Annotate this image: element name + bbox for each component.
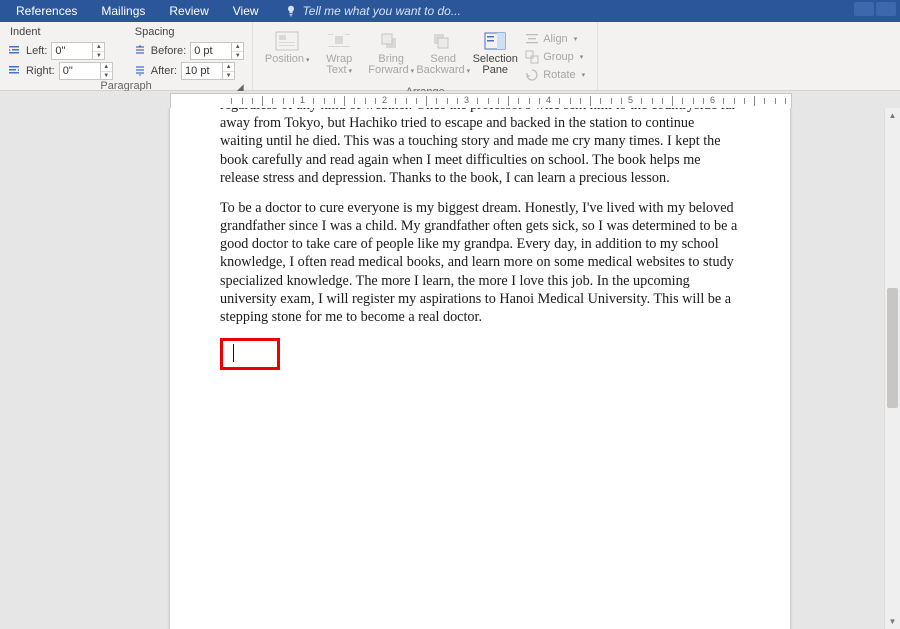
doc-paragraph-1[interactable]: regardless of any kind of weather. Once … (220, 108, 740, 187)
page-1[interactable]: regardless of any kind of weather. Once … (170, 108, 790, 629)
selection-pane-button[interactable]: SelectionPane (469, 28, 521, 78)
indent-right-label: Right: (26, 65, 55, 77)
wrap-text-icon (325, 30, 353, 52)
spacing-after-input[interactable]: ▲▼ (181, 62, 235, 80)
bring-forward-icon (377, 30, 405, 52)
spacing-after-label: After: (151, 65, 177, 77)
rotate-button: Rotate▾ (525, 67, 585, 83)
text-caret-icon (233, 344, 234, 362)
window-ribbon-toggle[interactable] (876, 2, 896, 16)
tab-review[interactable]: Review (157, 1, 220, 21)
indent-right-value[interactable] (60, 64, 100, 78)
ruler-number: 2 (382, 95, 387, 105)
group-arrange: Position▾ WrapText▾ BringForward▾ SendBa… (253, 22, 598, 90)
spacing-before-value[interactable] (191, 44, 231, 58)
scroll-up-arrow[interactable]: ▲ (885, 108, 900, 123)
ruler-number: 4 (546, 95, 551, 105)
spacing-column: Spacing Before: ▲▼ After: (133, 26, 244, 80)
indent-heading: Indent (8, 26, 113, 38)
rotate-icon (525, 68, 539, 82)
spacing-heading: Spacing (133, 26, 244, 38)
vertical-scrollbar[interactable]: ▲ ▼ (884, 108, 900, 629)
scroll-thumb[interactable] (887, 288, 898, 408)
scroll-down-arrow[interactable]: ▼ (885, 614, 900, 629)
tell-me-search[interactable]: Tell me what you want to do... (285, 4, 461, 18)
position-icon (273, 30, 301, 52)
group-icon (525, 50, 539, 64)
lightbulb-icon (285, 5, 297, 17)
send-backward-button: SendBackward▾ (417, 28, 469, 79)
indent-right-spin-down[interactable]: ▼ (101, 72, 112, 80)
group-button: Group▾ (525, 49, 585, 65)
horizontal-ruler[interactable]: 1 2 3 4 5 6 (170, 93, 792, 109)
highlight-cursor-box (220, 338, 280, 370)
selection-pane-icon (481, 30, 509, 52)
ruler-number: 6 (710, 95, 715, 105)
ruler-area: 1 2 3 4 5 6 (0, 91, 900, 109)
indent-right-icon (8, 64, 22, 78)
window-help-button[interactable] (854, 2, 874, 16)
indent-left-icon (8, 44, 22, 58)
tab-mailings[interactable]: Mailings (89, 1, 157, 21)
indent-left-label: Left: (26, 45, 47, 57)
spacing-before-label: Before: (151, 45, 186, 57)
indent-left-spin-down[interactable]: ▼ (93, 52, 104, 60)
indent-right-input[interactable]: ▲▼ (59, 62, 113, 80)
align-icon (525, 32, 539, 46)
bring-forward-button: BringForward▾ (365, 28, 417, 79)
indent-left-spin-up[interactable]: ▲ (93, 43, 104, 52)
spacing-before-spin-up[interactable]: ▲ (232, 43, 243, 52)
spacing-before-input[interactable]: ▲▼ (190, 42, 244, 60)
tab-view[interactable]: View (221, 1, 271, 21)
doc-paragraph-2[interactable]: To be a doctor to cure everyone is my bi… (220, 199, 740, 326)
spacing-after-spin-up[interactable]: ▲ (223, 63, 234, 72)
spacing-before-spin-down[interactable]: ▼ (232, 52, 243, 60)
spacing-before-icon (133, 44, 147, 58)
indent-right-spin-up[interactable]: ▲ (101, 63, 112, 72)
group-paragraph: Indent Left: ▲▼ Right: (0, 22, 253, 90)
arrange-mini-column: Align▾ Group▾ Rotate▾ (521, 28, 589, 86)
wrap-text-button: WrapText▾ (313, 28, 365, 79)
spacing-after-value[interactable] (182, 64, 222, 78)
ruler-number: 5 (628, 95, 633, 105)
indent-left-input[interactable]: ▲▼ (51, 42, 105, 60)
indent-column: Indent Left: ▲▼ Right: (8, 26, 113, 80)
align-button: Align▾ (525, 31, 585, 47)
position-button: Position▾ (261, 28, 313, 68)
window-controls (854, 2, 896, 16)
document-area[interactable]: regardless of any kind of weather. Once … (0, 108, 900, 629)
ruler-number: 1 (300, 95, 305, 105)
spacing-after-spin-down[interactable]: ▼ (223, 72, 234, 80)
tab-references[interactable]: References (4, 1, 89, 21)
send-backward-icon (429, 30, 457, 52)
ribbon-tab-strip: References Mailings Review View Tell me … (0, 0, 900, 22)
ribbon-panel: Indent Left: ▲▼ Right: (0, 22, 900, 91)
tell-me-text: Tell me what you want to do... (303, 4, 461, 18)
spacing-after-icon (133, 64, 147, 78)
ruler-number: 3 (464, 95, 469, 105)
indent-left-value[interactable] (52, 44, 92, 58)
